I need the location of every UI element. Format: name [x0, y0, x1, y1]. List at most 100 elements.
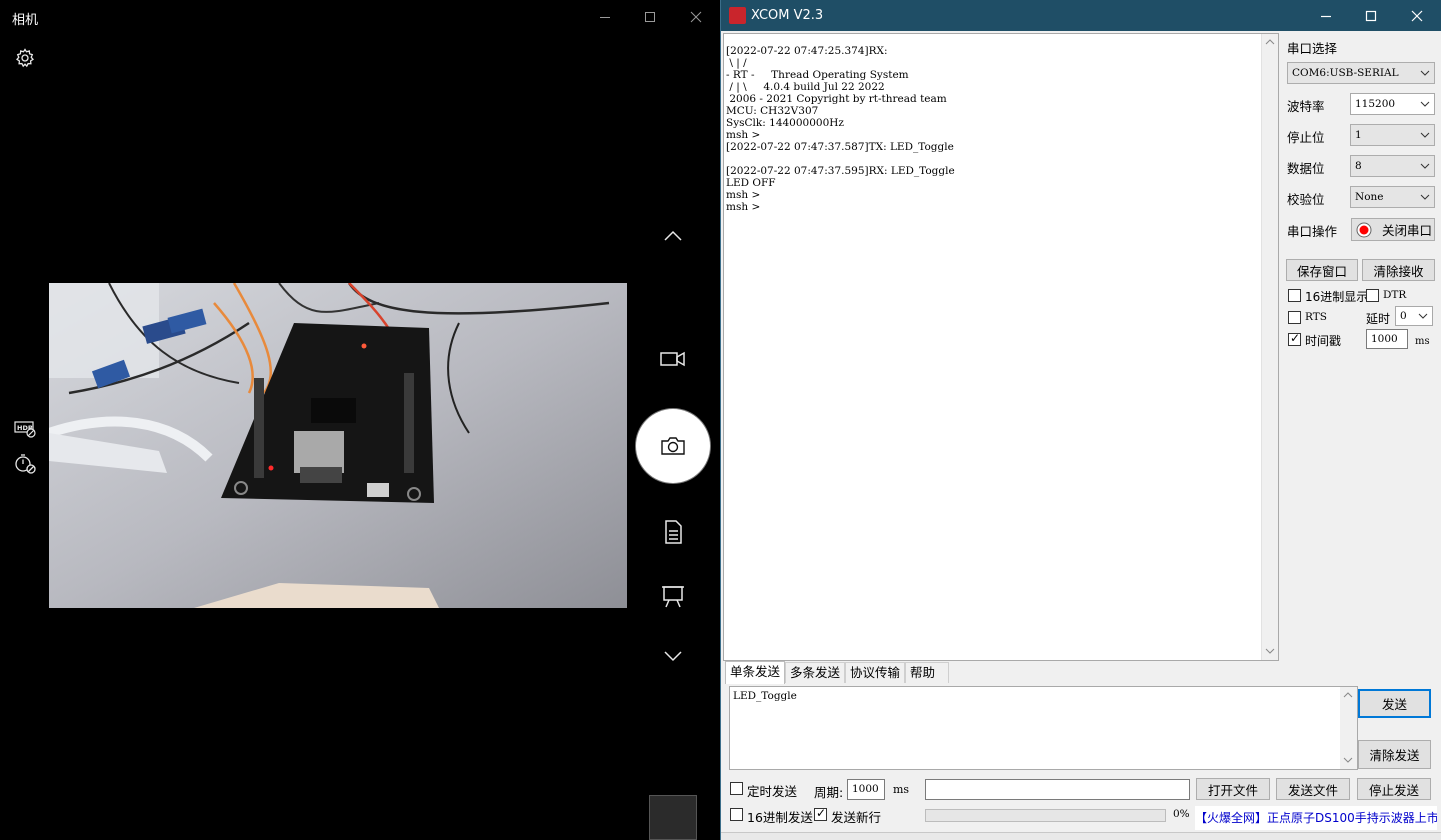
scroll-up-button[interactable] — [652, 218, 694, 254]
xcom-logo-icon — [729, 7, 746, 24]
tab-protocol[interactable]: 协议传输 — [845, 662, 905, 683]
preview-image — [49, 283, 627, 608]
chevron-down-icon — [1418, 313, 1428, 319]
hdr-icon: HDR — [14, 421, 36, 438]
chevron-up-icon — [664, 230, 682, 241]
stop-bits-select[interactable]: 1 — [1350, 124, 1435, 146]
send-textarea[interactable]: LED_Toggle — [729, 686, 1358, 770]
send-button[interactable]: 发送 — [1358, 689, 1431, 718]
xcom-window: XCOM V2.3 [2022-07-22 07:47:25.374]RX: \… — [720, 0, 1441, 840]
ad-banner[interactable]: 【火爆全网】正点原子DS100手持示波器上市 — [1195, 806, 1437, 830]
send-file-button[interactable]: 发送文件 — [1276, 778, 1350, 800]
xcom-titlebar: XCOM V2.3 — [721, 0, 1441, 31]
gear-icon — [16, 48, 34, 68]
close-button[interactable] — [1394, 0, 1440, 31]
file-path-input[interactable] — [925, 779, 1190, 800]
take-photo-button[interactable] — [636, 409, 710, 483]
maximize-icon — [645, 12, 655, 22]
scroll-down-arrow-icon — [1265, 648, 1275, 654]
ad-bracket: 【火爆全网】 — [1195, 811, 1268, 825]
stop-send-button[interactable]: 停止发送 — [1357, 778, 1431, 800]
scroll-down-button[interactable] — [652, 638, 694, 674]
status-bar — [721, 832, 1441, 840]
timed-send-checkbox[interactable] — [730, 782, 743, 795]
send-progress-bar — [925, 809, 1166, 822]
close-icon — [1411, 10, 1423, 21]
tab-multi-send[interactable]: 多条发送 — [785, 662, 845, 683]
tab-single-send[interactable]: 单条发送 — [725, 661, 785, 684]
camera-preview — [49, 283, 627, 608]
parity-label: 校验位 — [1287, 192, 1325, 207]
data-bits-label: 数据位 — [1287, 161, 1325, 176]
close-port-button[interactable]: 关闭串口 — [1351, 218, 1435, 241]
camera-titlebar: 相机 — [0, 0, 720, 34]
xcom-title: XCOM V2.3 — [751, 8, 824, 23]
period-unit: ms — [893, 783, 910, 796]
port-status-led-icon — [1356, 222, 1372, 237]
minimize-icon — [1321, 15, 1331, 17]
timestamp-interval-input[interactable]: 1000 — [1366, 329, 1408, 349]
save-window-button[interactable]: 保存窗口 — [1286, 259, 1358, 281]
rts-label: RTS — [1305, 311, 1327, 323]
tab-help[interactable]: 帮助 — [905, 662, 949, 683]
period-input[interactable]: 1000 — [847, 779, 885, 800]
last-photo-thumbnail[interactable] — [649, 795, 697, 840]
open-file-button[interactable]: 打开文件 — [1196, 778, 1270, 800]
chevron-down-icon — [1420, 101, 1430, 107]
send-scrollbar[interactable] — [1340, 687, 1357, 769]
document-mode-icon — [665, 520, 682, 544]
maximize-button[interactable] — [627, 0, 673, 34]
scroll-down-arrow-icon — [1343, 757, 1353, 763]
hdr-button[interactable]: HDR — [13, 418, 37, 440]
period-label: 周期: — [814, 785, 844, 800]
send-newline-checkbox[interactable] — [814, 806, 827, 821]
maximize-icon — [1365, 10, 1377, 21]
stop-bits-label: 停止位 — [1287, 130, 1325, 145]
receive-scrollbar[interactable] — [1261, 34, 1278, 660]
self-timer-icon — [15, 454, 36, 474]
delay-select[interactable]: 0 — [1395, 306, 1433, 326]
camera-shutter-icon — [661, 437, 685, 455]
port-operation-label: 串口操作 — [1287, 224, 1338, 239]
clear-receive-button[interactable]: 清除接收 — [1362, 259, 1435, 281]
chevron-down-icon — [1420, 194, 1430, 200]
chevron-down-icon — [1420, 70, 1430, 76]
port-label: 串口选择 — [1287, 41, 1338, 56]
port-select[interactable]: COM6:USB-SERIAL — [1287, 62, 1435, 84]
timestamp-checkbox[interactable] — [1288, 331, 1301, 346]
scroll-up-arrow-icon — [1343, 692, 1353, 698]
whiteboard-mode-icon — [662, 586, 684, 608]
chevron-down-icon — [1420, 163, 1430, 169]
camera-title: 相机 — [12, 13, 39, 28]
video-mode-icon — [660, 351, 685, 367]
baud-select[interactable]: 115200 — [1350, 93, 1435, 115]
baud-label: 波特率 — [1287, 99, 1325, 114]
clear-send-button[interactable]: 清除发送 — [1358, 740, 1431, 769]
whiteboard-mode-button[interactable] — [652, 578, 694, 614]
camera-window: 相机 HDR — [0, 0, 720, 840]
hex-send-checkbox[interactable] — [730, 808, 743, 821]
chevron-down-icon — [1420, 132, 1430, 138]
maximize-button[interactable] — [1348, 0, 1394, 31]
rts-checkbox[interactable] — [1288, 311, 1301, 324]
data-bits-select[interactable]: 8 — [1350, 155, 1435, 177]
dtr-label: DTR — [1383, 289, 1407, 301]
receive-textarea[interactable]: [2022-07-22 07:47:25.374]RX: \ | / - RT … — [723, 33, 1279, 661]
timestamp-label: 时间戳 — [1305, 334, 1342, 348]
timed-send-label: 定时发送 — [747, 784, 798, 799]
document-mode-button[interactable] — [652, 514, 694, 550]
send-newline-label: 发送新行 — [831, 810, 882, 825]
minimize-button[interactable] — [1303, 0, 1349, 31]
close-button[interactable] — [673, 0, 719, 34]
video-mode-button[interactable] — [652, 341, 694, 377]
ad-text: 正点原子DS100手持示波器上市 — [1267, 811, 1437, 825]
delay-label: 延时 — [1366, 312, 1391, 326]
self-timer-button[interactable] — [13, 451, 37, 475]
hex-display-checkbox[interactable] — [1288, 289, 1301, 302]
minimize-button[interactable] — [582, 0, 628, 34]
parity-select[interactable]: None — [1350, 186, 1435, 208]
settings-button[interactable] — [12, 45, 38, 71]
hex-send-label: 16进制发送 — [747, 810, 813, 825]
hex-display-label: 16进制显示 — [1305, 290, 1369, 304]
dtr-checkbox[interactable] — [1366, 289, 1379, 302]
